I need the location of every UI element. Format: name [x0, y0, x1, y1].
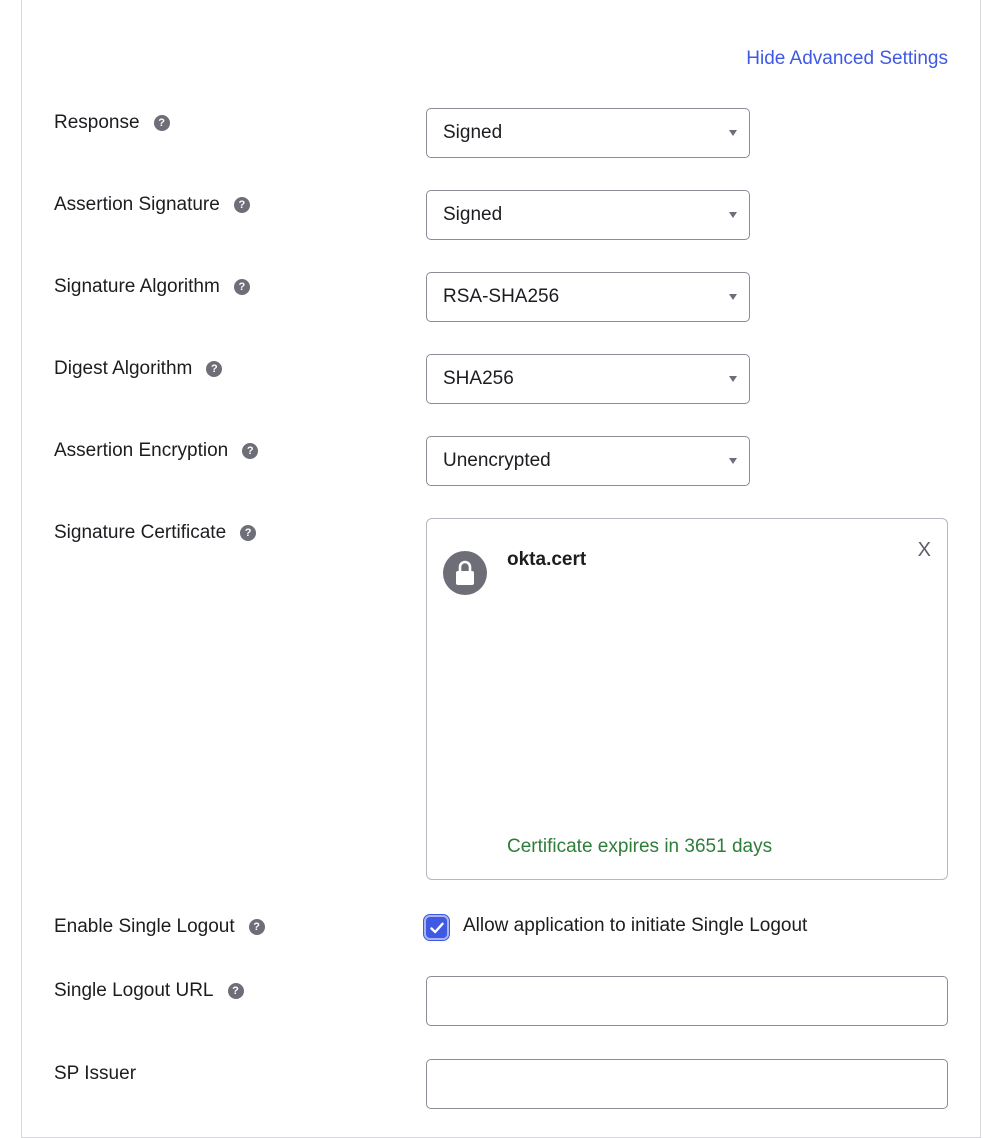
response-select-value: Signed: [443, 122, 503, 143]
help-icon[interactable]: ?: [206, 361, 223, 377]
signature-certificate-label: Signature Certificate: [54, 522, 227, 543]
lock-icon: [443, 551, 487, 595]
sp-issuer-label: SP Issuer: [54, 1063, 137, 1084]
response-label: Response: [54, 112, 140, 133]
help-icon[interactable]: ?: [248, 919, 265, 935]
chevron-down-icon: [729, 212, 737, 218]
single-logout-url-label: Single Logout URL: [54, 980, 214, 1001]
remove-certificate-button[interactable]: X: [918, 539, 931, 562]
assertion-signature-select[interactable]: Signed: [426, 190, 750, 240]
chevron-down-icon: [729, 376, 737, 382]
certificate-card: okta.cert X Certificate expires in 3651 …: [426, 518, 948, 880]
signature-algorithm-label: Signature Algorithm: [54, 276, 220, 297]
single-logout-checkbox[interactable]: [424, 915, 449, 940]
sp-issuer-label-row: SP Issuer: [54, 1063, 136, 1085]
chevron-down-icon: [729, 294, 737, 300]
response-select[interactable]: Signed: [426, 108, 750, 158]
certificate-expiry-text: Certificate expires in 3651 days: [507, 836, 773, 857]
signature-algorithm-label-row: Signature Algorithm ?: [54, 276, 250, 298]
hide-advanced-settings-link[interactable]: Hide Advanced Settings: [746, 48, 948, 70]
signature-algorithm-select[interactable]: RSA-SHA256: [426, 272, 750, 322]
digest-algorithm-label-row: Digest Algorithm ?: [54, 358, 223, 380]
chevron-down-icon: [729, 130, 737, 136]
single-logout-checkbox-label[interactable]: Allow application to initiate Single Log…: [463, 915, 807, 937]
assertion-encryption-label: Assertion Encryption: [54, 440, 229, 461]
chevron-down-icon: [729, 458, 737, 464]
response-label-row: Response ?: [54, 112, 170, 134]
assertion-encryption-select-value: Unencrypted: [443, 450, 551, 471]
help-icon[interactable]: ?: [242, 443, 259, 459]
help-icon[interactable]: ?: [227, 983, 244, 999]
help-icon[interactable]: ?: [240, 525, 257, 541]
certificate-file-name: okta.cert: [507, 549, 587, 570]
signature-certificate-label-row: Signature Certificate ?: [54, 522, 257, 544]
signature-algorithm-select-value: RSA-SHA256: [443, 286, 560, 307]
digest-algorithm-label: Digest Algorithm: [54, 358, 193, 379]
digest-algorithm-select-value: SHA256: [443, 368, 514, 389]
enable-single-logout-label: Enable Single Logout: [54, 916, 235, 937]
assertion-signature-label: Assertion Signature: [54, 194, 220, 215]
assertion-signature-select-value: Signed: [443, 204, 503, 225]
help-icon[interactable]: ?: [233, 197, 250, 213]
enable-single-logout-label-row: Enable Single Logout ?: [54, 916, 265, 938]
help-icon[interactable]: ?: [153, 115, 170, 131]
single-logout-url-input[interactable]: [426, 976, 948, 1026]
assertion-encryption-select[interactable]: Unencrypted: [426, 436, 750, 486]
single-logout-url-label-row: Single Logout URL ?: [54, 980, 244, 1002]
checkmark-icon: [429, 922, 444, 933]
digest-algorithm-select[interactable]: SHA256: [426, 354, 750, 404]
help-icon[interactable]: ?: [233, 279, 250, 295]
assertion-encryption-label-row: Assertion Encryption ?: [54, 440, 259, 462]
sp-issuer-input[interactable]: [426, 1059, 948, 1109]
assertion-signature-label-row: Assertion Signature ?: [54, 194, 250, 216]
